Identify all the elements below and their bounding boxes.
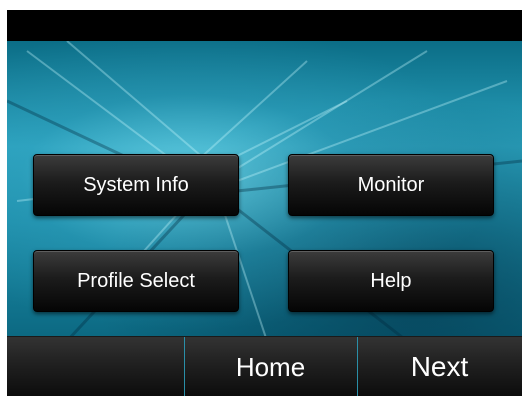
- system-info-label: System Info: [83, 173, 189, 196]
- monitor-label: Monitor: [357, 173, 425, 196]
- softkey-bar: Home Next: [7, 336, 522, 396]
- help-button[interactable]: Help: [288, 250, 494, 312]
- softkey-left[interactable]: [7, 337, 184, 396]
- profile-select-label: Profile Select: [77, 269, 195, 292]
- next-softkey[interactable]: Next: [357, 337, 522, 396]
- status-bar: [7, 10, 522, 41]
- device-screen: System Info Monitor Profile Select Help …: [7, 10, 522, 396]
- system-info-button[interactable]: System Info: [33, 154, 239, 216]
- profile-select-button[interactable]: Profile Select: [33, 250, 239, 312]
- next-softkey-label: Next: [410, 351, 469, 382]
- home-softkey[interactable]: Home: [184, 337, 357, 396]
- monitor-button[interactable]: Monitor: [288, 154, 494, 216]
- help-label: Help: [370, 269, 412, 292]
- home-softkey-label: Home: [235, 351, 306, 382]
